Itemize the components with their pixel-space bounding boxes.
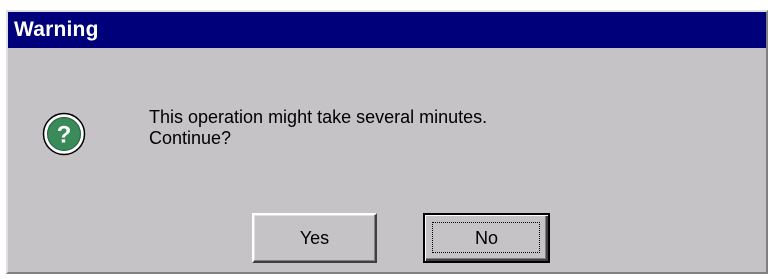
warning-dialog: Warning ? This operation might take seve… [6,10,768,274]
yes-button-label: Yes [299,227,330,248]
message-line-1: This operation might take several minute… [149,107,488,127]
svg-text:?: ? [57,122,72,149]
title-bar[interactable]: Warning [8,12,766,48]
no-button-label: No [474,227,498,248]
yes-button[interactable]: Yes [252,213,377,263]
dialog-message: This operation might take several minute… [149,107,487,149]
message-line-2: Continue? [149,128,232,148]
no-button[interactable]: No [423,213,550,263]
dialog-title: Warning [14,18,99,41]
question-icon: ? [42,112,86,156]
